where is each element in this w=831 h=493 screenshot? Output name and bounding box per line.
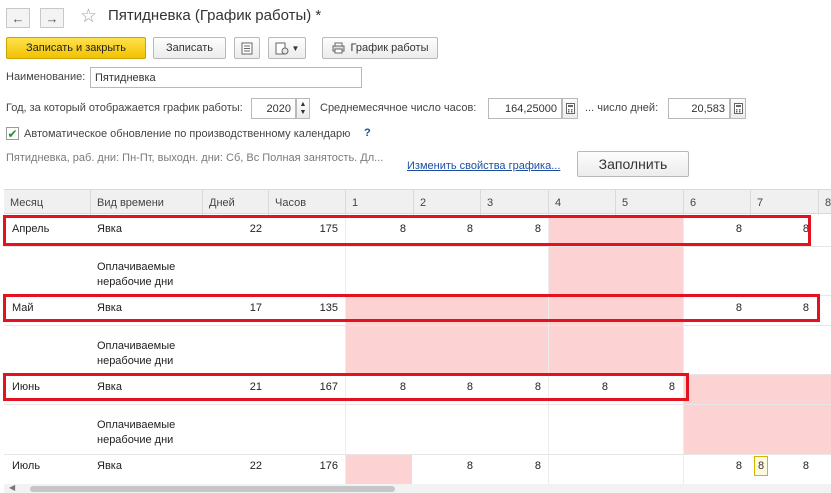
change-properties-link[interactable]: Изменить свойства графика... xyxy=(407,160,560,172)
schedule-print-label: График работы xyxy=(350,42,429,54)
weekend-cells xyxy=(345,454,412,484)
days-cell[interactable]: 22 xyxy=(202,460,262,472)
hours-cell[interactable]: 176 xyxy=(268,460,338,472)
spin-down-icon: ▼ xyxy=(299,108,307,116)
window-title: Пятидневка (График работы) * xyxy=(108,7,322,24)
star-icon[interactable]: ☆ xyxy=(80,5,97,28)
paid-nonworking-cell[interactable]: Оплачиваемые нерабочие дни xyxy=(97,418,175,448)
paid-line-1: Оплачиваемые xyxy=(97,419,176,431)
selected-day-cell[interactable]: 8 xyxy=(754,456,768,476)
days-calc-button[interactable] xyxy=(730,98,746,119)
highlight-april xyxy=(3,215,811,246)
printer-icon xyxy=(332,42,344,54)
back-arrow-icon: ← xyxy=(11,10,25,26)
year-field[interactable]: 2020 xyxy=(251,98,296,119)
name-field[interactable]: Пятидневка xyxy=(90,67,362,88)
paid-line-2: нерабочие дни xyxy=(97,355,174,367)
help-icon[interactable]: ? xyxy=(364,127,371,139)
fill-button[interactable]: Заполнить xyxy=(577,151,689,177)
month-cell[interactable]: Июль xyxy=(12,460,40,472)
col-days[interactable]: Дней xyxy=(202,190,268,215)
avg-hours-label: Среднемесячное число часов: xyxy=(320,102,477,114)
col-day-3[interactable]: 3 xyxy=(480,190,548,215)
col-day-6[interactable]: 6 xyxy=(683,190,750,215)
auto-update-label: Автоматическое обновление по производств… xyxy=(24,128,351,140)
grid-header: Месяц Вид времени Дней Часов 1 2 3 4 5 6… xyxy=(4,189,831,215)
schedule-summary: Пятидневка, раб. дни: Пн-Пт, выходн. дни… xyxy=(6,152,384,164)
col-month[interactable]: Месяц xyxy=(4,190,90,215)
calculator-icon xyxy=(565,103,575,114)
col-day-8[interactable]: 8 xyxy=(818,190,831,215)
paid-line-2: нерабочие дни xyxy=(97,276,174,288)
checkbox-check-icon: ✔ xyxy=(7,126,18,141)
days-label: ... число дней: xyxy=(585,102,659,114)
list-button[interactable] xyxy=(234,37,260,59)
col-hours[interactable]: Часов xyxy=(268,190,345,215)
forward-button[interactable]: → xyxy=(40,8,64,28)
save-and-close-button[interactable]: Записать и закрыть xyxy=(6,37,146,59)
row-divider xyxy=(4,404,831,405)
forward-arrow-icon: → xyxy=(45,10,59,26)
paid-nonworking-cell[interactable]: Оплачиваемые нерабочие дни xyxy=(97,339,175,369)
schedule-print-button[interactable]: График работы xyxy=(322,37,438,59)
year-label: Год, за который отображается график рабо… xyxy=(6,102,243,114)
row-divider xyxy=(4,454,831,455)
scrollbar-thumb[interactable] xyxy=(30,486,395,492)
column-divider xyxy=(683,214,684,484)
row-divider xyxy=(4,246,831,247)
day-cell[interactable]: 8 xyxy=(480,460,541,472)
highlight-june xyxy=(3,373,689,401)
col-day-1[interactable]: 1 xyxy=(345,190,413,215)
highlight-may xyxy=(3,294,820,322)
scroll-left-icon[interactable]: ◀ xyxy=(9,483,15,492)
avg-hours-calc-button[interactable] xyxy=(562,98,578,119)
spin-up-icon: ▲ xyxy=(299,100,307,108)
day-cell[interactable]: 8 xyxy=(770,460,809,472)
paid-line-1: Оплачиваемые xyxy=(97,261,176,273)
column-divider xyxy=(345,214,346,484)
paid-nonworking-cell[interactable]: Оплачиваемые нерабочие дни xyxy=(97,260,175,290)
paid-line-2: нерабочие дни xyxy=(97,434,174,446)
col-time-type[interactable]: Вид времени xyxy=(90,190,202,215)
save-button[interactable]: Записать xyxy=(153,37,226,59)
name-label: Наименование: xyxy=(6,71,86,83)
auto-update-checkbox[interactable]: ✔ xyxy=(6,127,19,140)
col-day-4[interactable]: 4 xyxy=(548,190,615,215)
year-spinner[interactable]: ▲ ▼ xyxy=(296,98,310,119)
avg-hours-field[interactable]: 164,25000 xyxy=(488,98,562,119)
back-button[interactable]: ← xyxy=(6,8,30,28)
column-divider xyxy=(548,214,549,484)
reports-dropdown-button[interactable]: ▼ xyxy=(268,37,306,59)
list-icon xyxy=(241,42,253,54)
col-day-2[interactable]: 2 xyxy=(413,190,480,215)
chevron-down-icon: ▼ xyxy=(291,43,300,53)
row-divider xyxy=(4,325,831,326)
col-day-5[interactable]: 5 xyxy=(615,190,683,215)
report-icon xyxy=(275,42,289,54)
weekend-cells xyxy=(683,374,831,454)
col-day-7[interactable]: 7 xyxy=(750,190,818,215)
paid-line-1: Оплачиваемые xyxy=(97,340,176,352)
days-field[interactable]: 20,583 xyxy=(668,98,730,119)
calculator-icon xyxy=(733,103,743,114)
time-type-cell[interactable]: Явка xyxy=(97,460,122,472)
day-cell[interactable]: 8 xyxy=(413,460,473,472)
day-cell[interactable]: 8 xyxy=(683,460,742,472)
